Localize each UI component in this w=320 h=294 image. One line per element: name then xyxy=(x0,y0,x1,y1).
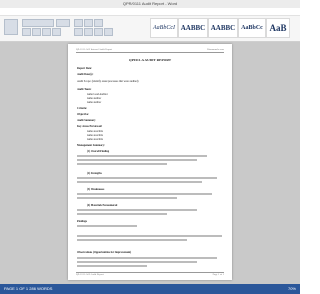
paragraph-text-line xyxy=(77,163,167,165)
style-title[interactable]: AaB xyxy=(266,18,290,38)
justify-icon[interactable] xyxy=(104,28,113,36)
document-line: Key Areas Previewed: xyxy=(77,125,103,128)
paragraph-text-line xyxy=(77,239,187,241)
document-line: (1) Overall Finding xyxy=(87,150,110,153)
underline-icon[interactable] xyxy=(42,28,51,36)
word-count: 286 WORDS xyxy=(29,286,53,291)
document-line: Audit Summary xyxy=(77,119,96,122)
style-normal[interactable]: AaBbCcI xyxy=(150,18,178,38)
paragraph-text-line xyxy=(77,235,222,237)
document-line: Report Date: xyxy=(77,67,92,70)
page-footer: QP-1011-A02 Audit Report Page 1 of 1 xyxy=(76,272,224,277)
align-left-icon[interactable] xyxy=(74,28,83,36)
document-line: Criteria: xyxy=(77,107,88,110)
paragraph-text-line xyxy=(77,155,207,157)
document-title: QP0111-A AUDIT REPORT xyxy=(128,58,172,62)
paragraph-text-line xyxy=(77,181,202,183)
zoom-level[interactable]: 70% xyxy=(288,284,296,294)
header-left-text: QP-1011-A02 Internal Audit Report xyxy=(76,48,113,51)
paragraph-text-line xyxy=(77,159,197,161)
document-line: name area/title xyxy=(87,134,103,137)
page-count: PAGE 1 OF 1 xyxy=(4,286,29,291)
document-line: Audit Scope: (identify areas/processes t… xyxy=(77,80,139,83)
footer-left-text: QP-1011-A02 Audit Report xyxy=(76,273,104,276)
document-line: name Lead Auditor xyxy=(87,93,108,96)
document-line: Findings xyxy=(77,220,88,223)
document-line: (2) Strengths xyxy=(87,172,102,175)
ribbon: AaBbCcI AABBC AABBC AaBbCc AaB xyxy=(0,16,300,42)
bullets-icon[interactable] xyxy=(74,19,83,27)
header-right-text: Bizmanualz.com xyxy=(207,48,224,51)
footer-right-text: Page 1 of 1 xyxy=(212,273,224,276)
paragraph-text-line xyxy=(77,261,197,263)
document-canvas[interactable]: QP-1011-A02 Internal Audit Report Bizman… xyxy=(0,42,300,284)
font-selector[interactable] xyxy=(22,19,54,27)
paste-icon[interactable] xyxy=(4,19,18,35)
style-heading-3[interactable]: AaBbCc xyxy=(238,18,266,38)
document-line: name area/title xyxy=(87,130,103,133)
paragraph-text-line xyxy=(77,177,217,179)
style-heading-2[interactable]: AABBC xyxy=(208,18,238,38)
styles-gallery: AaBbCcI AABBC AABBC AaBbCc AaB xyxy=(150,18,290,38)
status-page-words: PAGE 1 OF 1 286 WORDS xyxy=(4,284,52,294)
bold-icon[interactable] xyxy=(22,28,31,36)
style-heading-1[interactable]: AABBC xyxy=(178,18,208,38)
document-line: name auditor xyxy=(87,101,102,104)
page-header: QP-1011-A02 Internal Audit Report Bizman… xyxy=(76,48,224,53)
document-line: Audit Date(s): xyxy=(77,73,94,76)
strikethrough-icon[interactable] xyxy=(52,28,61,36)
document-line: (4) Materials Encountered xyxy=(87,204,118,207)
status-bar: PAGE 1 OF 1 286 WORDS 70% xyxy=(0,284,300,294)
document-line: name auditor xyxy=(87,97,102,100)
paragraph-text-line xyxy=(77,213,167,215)
document-line: Objective: xyxy=(77,113,89,116)
document-line: Audit Team: xyxy=(77,88,92,91)
numbering-icon[interactable] xyxy=(84,19,93,27)
document-page[interactable]: QP-1011-A02 Internal Audit Report Bizman… xyxy=(68,44,232,280)
font-size-selector[interactable] xyxy=(56,19,70,27)
paragraph-text-line xyxy=(77,197,177,199)
document-line: name area/title xyxy=(87,138,103,141)
document-line: Management Summary: xyxy=(77,144,105,147)
italic-icon[interactable] xyxy=(32,28,41,36)
align-center-icon[interactable] xyxy=(84,28,93,36)
formatting-tools xyxy=(4,19,149,37)
paragraph-text-line xyxy=(77,193,212,195)
window-title: QPR/0111 Audit Report - Word xyxy=(122,1,178,6)
document-line: (3) Weaknesses xyxy=(87,188,105,191)
quick-access-toolbar[interactable] xyxy=(3,1,27,14)
ribbon-tabs: FILE HOME INSERT DESIGN PAGE LAYOUT REFE… xyxy=(0,8,300,23)
align-right-icon[interactable] xyxy=(94,28,103,36)
paragraph-text-line xyxy=(77,225,137,227)
paragraph-text-line xyxy=(77,209,197,211)
paragraph-text-line xyxy=(77,265,147,267)
document-line: Observations (Opportunities for Improvem… xyxy=(77,251,132,254)
indent-icon[interactable] xyxy=(94,19,103,27)
paragraph-text-line xyxy=(77,257,217,259)
